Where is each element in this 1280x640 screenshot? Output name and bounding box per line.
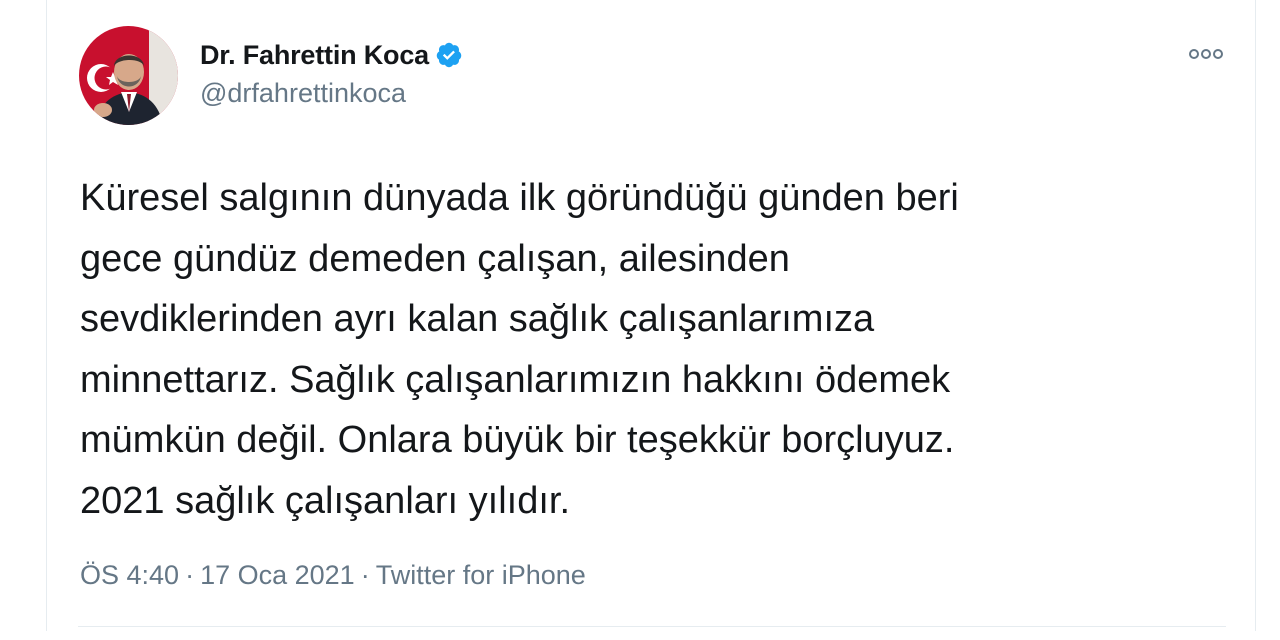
tweet-date-link[interactable]: 17 Oca 2021: [200, 560, 355, 590]
verified-badge-icon: [435, 41, 463, 69]
tweet-source-link[interactable]: Twitter for iPhone: [376, 560, 586, 590]
author-handle[interactable]: @drfahrettinkoca: [200, 78, 406, 109]
author-name-row[interactable]: Dr. Fahrettin Koca: [200, 36, 463, 74]
meta-separator: ·: [185, 560, 195, 590]
tweet-text-line: minnettarız. Sağlık çalışanlarımızın hak…: [80, 358, 951, 401]
tweet-time-link[interactable]: ÖS 4:40: [80, 560, 179, 590]
tweet-metadata: ÖS 4:40 · 17 Oca 2021 · Twitter for iPhone: [80, 560, 586, 591]
tweet-text-line: mümkün değil. Onlara büyük bir teşekkür …: [80, 419, 955, 461]
author-display-name[interactable]: Dr. Fahrettin Koca: [200, 40, 429, 71]
divider: [78, 626, 1226, 627]
avatar[interactable]: [79, 26, 178, 125]
tweet-text-line: gece gündüz demeden çalışan, ailesinden: [80, 237, 790, 280]
tweet-text-line: 2021 sağlık çalışanları yılıdır.: [80, 479, 571, 522]
meta-separator: ·: [360, 560, 370, 590]
more-options-icon[interactable]: [1186, 42, 1226, 66]
tweet-text-line: Küresel salgının dünyada ilk göründüğü g…: [80, 177, 959, 219]
tweet-text-line: sevdiklerinden ayrı kalan sağlık çalışan…: [80, 298, 875, 340]
tweet-text: Küresel salgının dünyada ilk göründüğü g…: [80, 168, 1200, 531]
